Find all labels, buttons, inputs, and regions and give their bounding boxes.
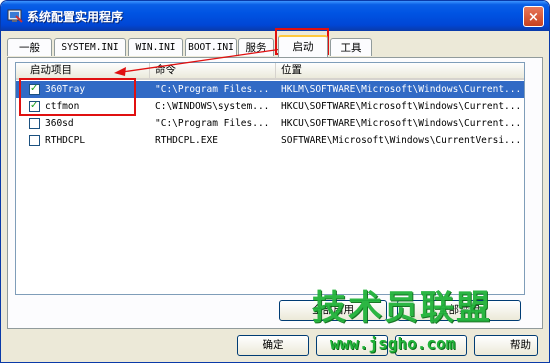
check-icon: ✓ [30, 100, 39, 111]
help-button[interactable]: 帮助 [474, 335, 538, 356]
watermark-url: www.jsgho.com [330, 334, 456, 353]
close-icon: × [528, 10, 539, 25]
tab-general[interactable]: 一般 [7, 38, 52, 56]
close-button[interactable]: × [523, 6, 544, 27]
tab-win-ini[interactable]: WIN.INI [128, 38, 183, 56]
window-title: 系统配置实用程序 [27, 10, 124, 24]
app-icon [7, 9, 23, 23]
list-item[interactable]: ✓ ctfmon C:\WINDOWS\system... HKCU\SOFTW… [16, 98, 524, 115]
column-header-command[interactable]: 命令 [150, 63, 276, 78]
tab-boot-ini[interactable]: BOOT.INI [185, 38, 237, 56]
tab-system-ini[interactable]: SYSTEM.INI [54, 38, 126, 56]
column-header-location[interactable]: 位置 [276, 63, 524, 78]
tab-tools[interactable]: 工具 [330, 38, 372, 56]
enable-checkbox[interactable]: ✓ [29, 100, 40, 112]
ok-button[interactable]: 确定 [237, 335, 309, 356]
list-header: 启动项目 命令 位置 [16, 63, 524, 80]
tab-strip: 一般 SYSTEM.INI WIN.INI BOOT.INI 服务 启动 工具 [7, 35, 543, 59]
column-header-startup-item[interactable]: 启动项目 [16, 63, 150, 78]
list-item[interactable]: 360sd "C:\Program Files... HKCU\SOFTWARE… [16, 115, 524, 132]
enable-checkbox[interactable] [29, 135, 40, 146]
title-bar[interactable]: 系统配置实用程序 × [1, 1, 549, 31]
list-item[interactable]: RTHDCPL RTHDCPL.EXE SOFTWARE\Microsoft\W… [16, 132, 524, 149]
watermark-logo: 技术员联盟 [312, 288, 492, 328]
check-icon: ✓ [30, 83, 39, 94]
enable-checkbox[interactable]: ✓ [29, 83, 40, 95]
tab-startup[interactable]: 启动 [278, 35, 328, 57]
startup-items-list[interactable]: 启动项目 命令 位置 ✓ 360Tray "C:\Program Files..… [15, 62, 525, 295]
list-item[interactable]: ✓ 360Tray "C:\Program Files... HKLM\SOFT… [16, 81, 524, 98]
tab-services[interactable]: 服务 [238, 38, 274, 56]
enable-checkbox[interactable] [29, 118, 40, 129]
